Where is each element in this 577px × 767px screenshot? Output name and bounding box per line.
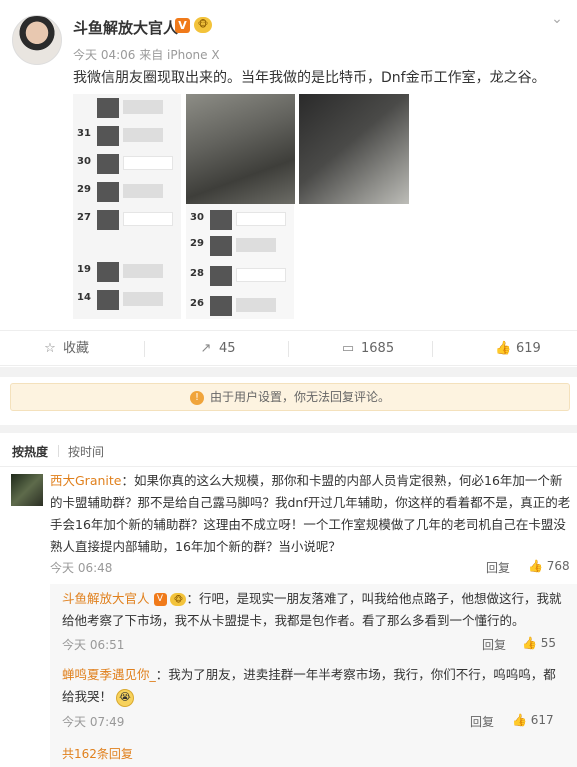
comment-text: ：如果你真的这么大规模，那你和卡盟的内部人员肯定很熟，何必16年加一个新的卡盟辅…: [50, 473, 571, 554]
reply-like-count: 617: [530, 713, 554, 727]
author-avatar[interactable]: [12, 15, 62, 65]
comment-like-count: 768: [546, 559, 570, 573]
reply-body: 蝉鸣夏季遇见你_：我为了朋友，进卖挂群一年半考察市场，我行，你们不行，呜呜呜，都…: [62, 664, 567, 708]
reply-button[interactable]: 回复: [482, 636, 506, 653]
comment-button[interactable]: ▭ 1685: [340, 331, 394, 367]
crying-emoji-icon: 😭: [116, 688, 134, 707]
reply-like-button[interactable]: 👍 617: [512, 713, 554, 727]
star-icon: ☆: [44, 341, 56, 356]
comment-like-button[interactable]: 👍 768: [528, 559, 570, 573]
post-image-studio-room[interactable]: [186, 94, 295, 204]
post-meta: 今天 04:06 来自 iPhone X: [73, 48, 220, 62]
thumbs-up-icon: 👍: [522, 636, 541, 650]
reply-like-button[interactable]: 👍 55: [522, 636, 556, 650]
notice-section: ! 由于用户设置，你无法回复评论。: [0, 377, 577, 425]
reply-disabled-notice: ! 由于用户设置，你无法回复评论。: [10, 383, 570, 411]
commenter-avatar[interactable]: [11, 474, 43, 506]
post-text: 我微信朋友圈现取出来的。当年我做的是比特币，Dnf金币工作室，龙之谷。: [73, 70, 546, 86]
thumbs-up-icon: 👍: [495, 341, 512, 356]
thumbs-up-icon: 👍: [512, 713, 531, 727]
reply-like-count: 55: [540, 636, 557, 650]
divider: [432, 341, 433, 357]
post-image-moments-2[interactable]: 30 29 28 26: [186, 204, 294, 319]
level-badge: 🐵: [170, 593, 187, 606]
repost-count: 45: [219, 341, 236, 356]
comment-body: 西大Granite：如果你真的这么大规模，那你和卡盟的内部人员肯定很熟，何必16…: [50, 470, 572, 558]
comment-time: 今天 06:48: [50, 561, 113, 575]
repost-button[interactable]: ↗ 45: [198, 331, 236, 367]
section-gap: [0, 367, 577, 377]
divider: [288, 341, 289, 357]
reply-body: 斗鱼解放大官人 V 🐵 ：行吧，是现实一朋友落难了，叫我给他点路子，他想做这行，我…: [62, 588, 567, 632]
like-count: 619: [516, 341, 541, 356]
verified-badge: V: [175, 18, 190, 33]
comment-count: 1685: [361, 341, 395, 356]
post-action-bar: ☆ 收藏 ↗ 45 ▭ 1685 👍 619: [0, 330, 577, 366]
chevron-down-icon[interactable]: ⌄: [548, 10, 566, 28]
level-badge: 🐵: [194, 17, 212, 33]
reply-button[interactable]: 回复: [470, 713, 494, 730]
repost-icon: ↗: [200, 341, 212, 356]
post-image-studio-machines[interactable]: [299, 94, 409, 204]
weibo-post: 斗鱼解放大官人 V 🐵 今天 04:06 来自 iPhone X ⌄ 我微信朋友…: [0, 0, 577, 367]
sort-by-time-tab[interactable]: 按时间: [68, 443, 104, 460]
divider: [144, 341, 145, 357]
reply-time: 今天 06:51: [62, 638, 125, 652]
warning-icon: !: [189, 390, 204, 405]
reply-button[interactable]: 回复: [486, 559, 510, 576]
verified-badge: V: [153, 593, 167, 606]
commenter-name[interactable]: 西大Granite: [50, 473, 121, 488]
favorite-label: 收藏: [63, 341, 90, 356]
reply-author-name[interactable]: 蝉鸣夏季遇见你_: [62, 667, 156, 682]
like-button[interactable]: 👍 619: [495, 331, 541, 367]
comment-sort-bar: 按热度 按时间: [0, 433, 577, 467]
reply-time: 今天 07:49: [62, 715, 125, 729]
thumbs-up-icon: 👍: [528, 559, 547, 573]
divider: [58, 445, 59, 457]
post-image-moments-1[interactable]: 31 30 29 27 19 14: [73, 94, 181, 319]
notice-text: 由于用户设置，你无法回复评论。: [209, 390, 390, 404]
reply-author-name[interactable]: 斗鱼解放大官人: [62, 591, 150, 606]
author-name[interactable]: 斗鱼解放大官人: [73, 17, 178, 38]
sort-by-hot-tab[interactable]: 按热度: [12, 443, 48, 460]
more-replies-link[interactable]: 共162条回复: [62, 745, 133, 762]
section-gap: [0, 425, 577, 433]
comment-icon: ▭: [341, 341, 355, 356]
favorite-button[interactable]: ☆ 收藏: [42, 331, 89, 367]
